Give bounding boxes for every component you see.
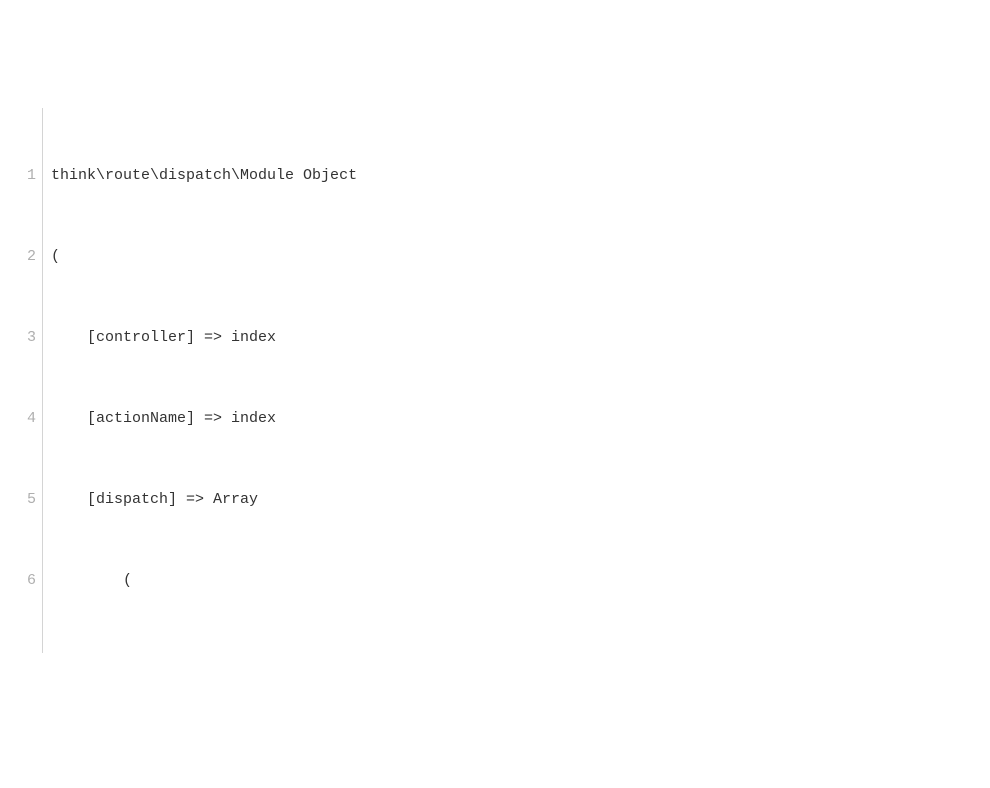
line-number: 2: [0, 243, 36, 270]
line-number: 4: [0, 405, 36, 432]
code-line: [actionName] => index: [51, 405, 357, 432]
code-line: (: [51, 243, 357, 270]
code-line: (: [51, 567, 357, 594]
code-line: [controller] => index: [51, 324, 357, 351]
line-number-gutter: 1 2 3 4 5 6 7 8 9 10 11 12 13 14 15 16 1…: [0, 108, 43, 653]
code-line: [dispatch] => Array: [51, 486, 357, 513]
line-number: 6: [0, 567, 36, 594]
line-number: 7: [0, 648, 36, 653]
code-block: 1 2 3 4 5 6 7 8 9 10 11 12 13 14 15 16 1…: [0, 108, 990, 653]
line-number: 1: [0, 162, 36, 189]
code-area[interactable]: think\route\dispatch\Module Object ( [co…: [43, 108, 357, 653]
line-number: 3: [0, 324, 36, 351]
line-number: 5: [0, 486, 36, 513]
code-line: think\route\dispatch\Module Object: [51, 162, 357, 189]
code-line: [0] => index: [51, 648, 357, 653]
